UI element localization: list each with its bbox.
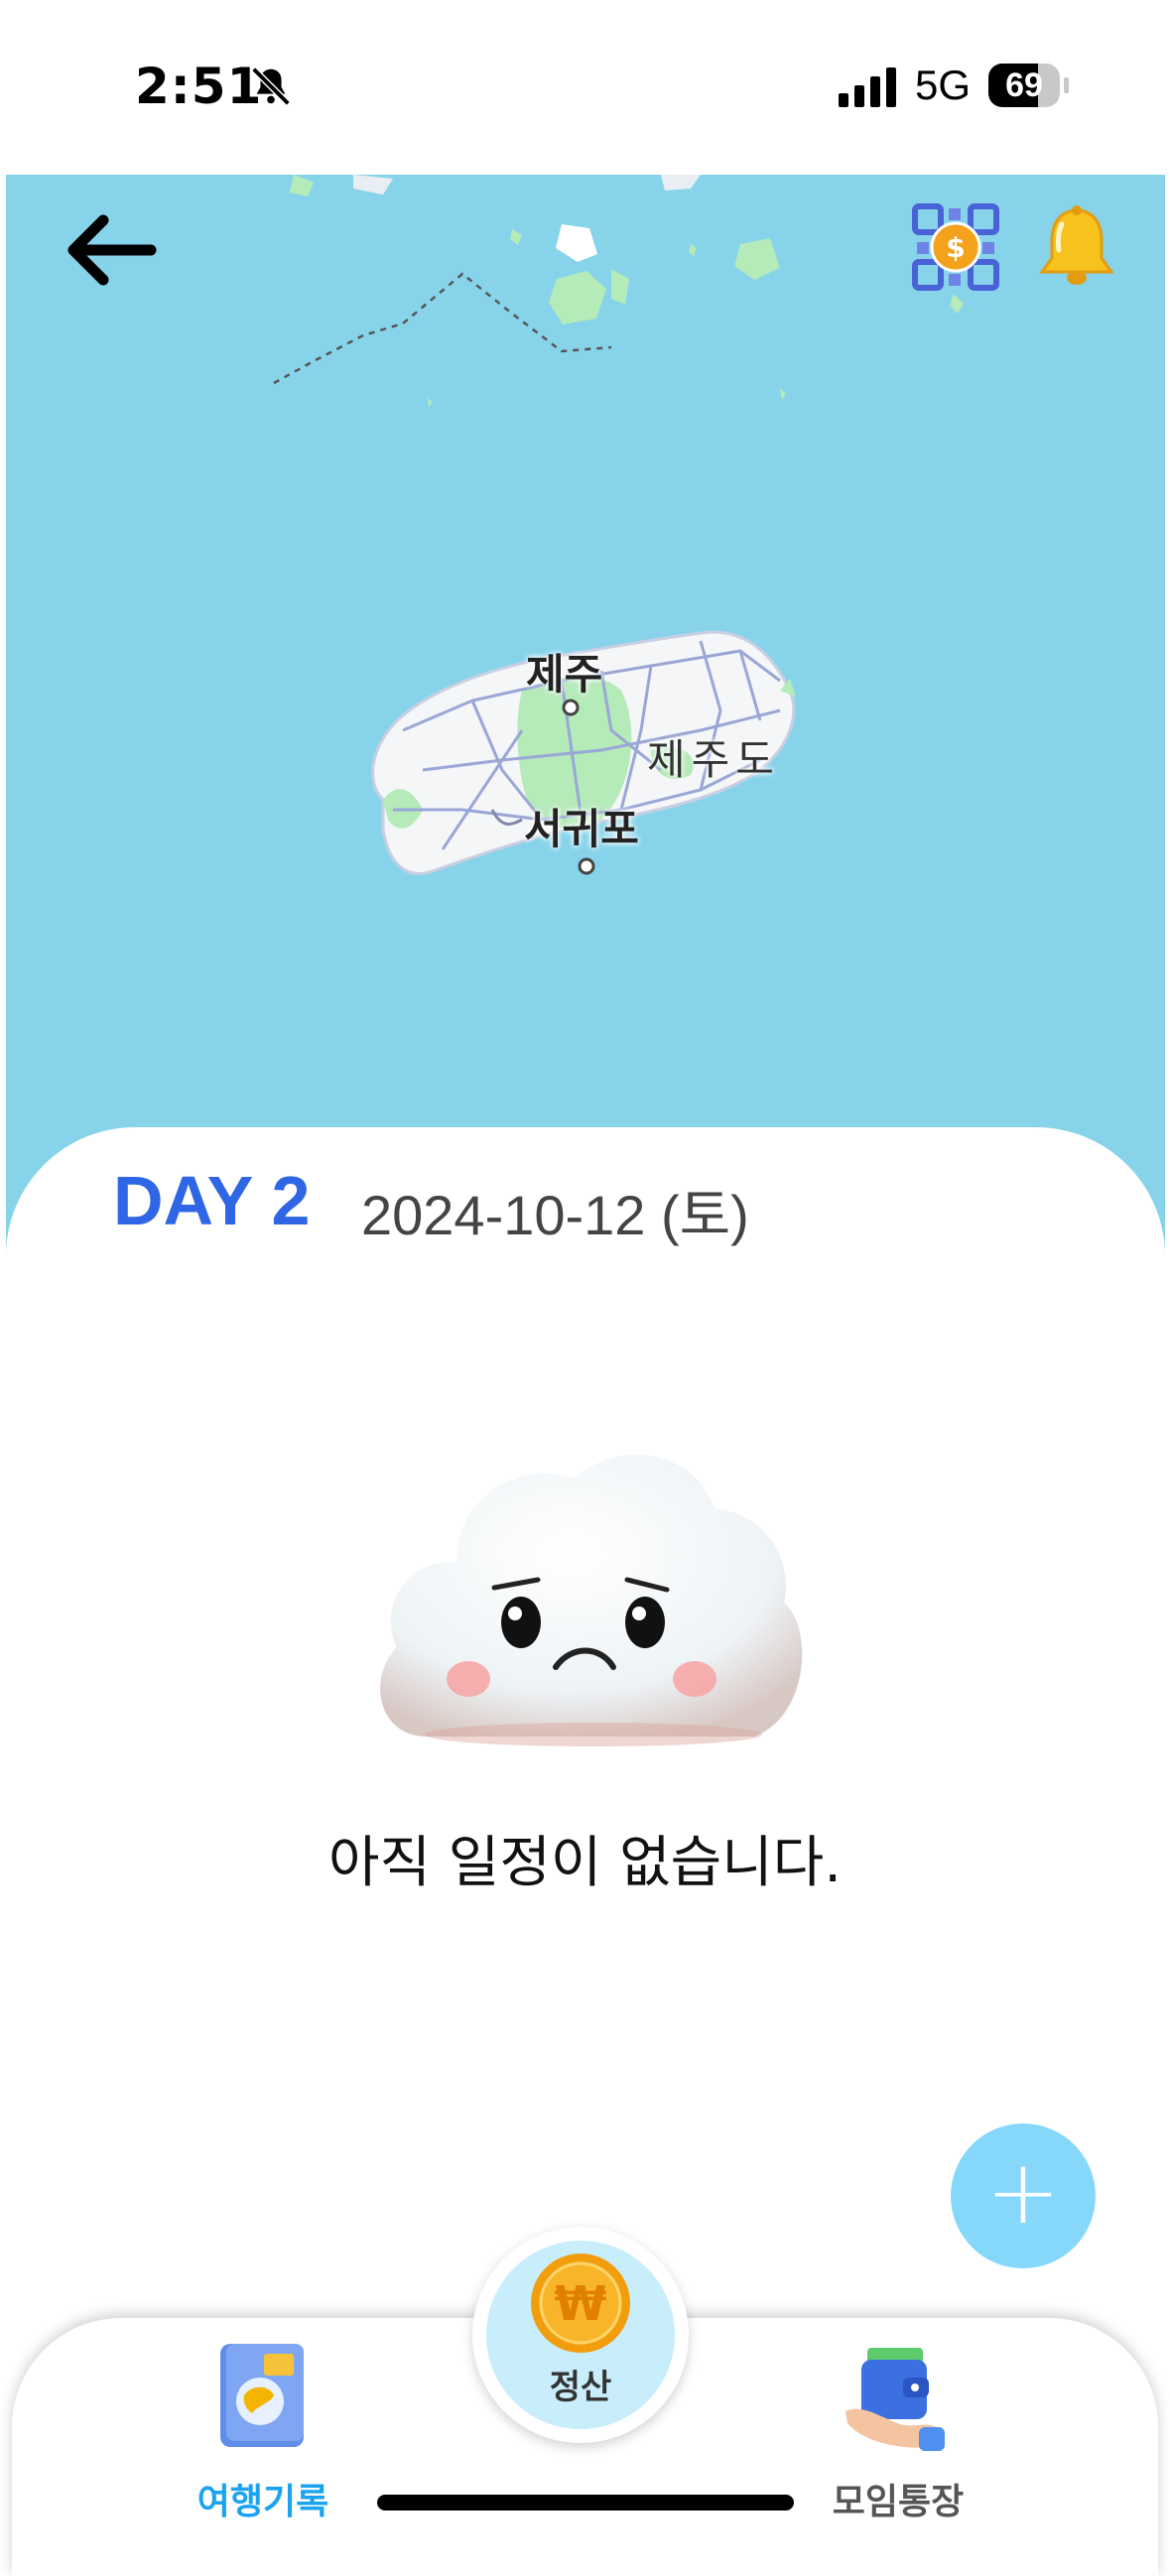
status-bar: 2:51 5G 69 (0, 0, 1170, 175)
battery-percent: 69 (1005, 66, 1043, 104)
travel-record-book-icon[interactable] (212, 2340, 312, 2451)
sad-cloud-illustration (380, 1455, 803, 1746)
settle-label: 정산 (549, 2368, 612, 2407)
status-time: 2:51 (135, 58, 263, 115)
battery-icon: 69 (988, 64, 1069, 107)
nav-label-group-wallet[interactable]: 모임통장 (794, 2473, 1002, 2524)
date-label: 2024-10-12 (토) (361, 1184, 749, 1246)
map-canvas (273, 175, 964, 875)
svg-text:₩: ₩ (555, 2276, 607, 2332)
map-label-jeju-island: 제주도 (647, 735, 780, 784)
qr-payment-icon[interactable]: $ (911, 202, 1000, 292)
back-arrow-icon[interactable] (60, 206, 159, 294)
won-coin-icon: ₩ (531, 2254, 630, 2353)
map-view[interactable]: 제주 제주도 서귀포 (6, 175, 1165, 1256)
group-wallet-icon[interactable] (842, 2342, 951, 2453)
day-label: DAY 2 (113, 1162, 311, 1239)
nav-label-travel-record[interactable]: 여행기록 (159, 2473, 367, 2524)
add-schedule-button[interactable]: + (951, 2124, 1096, 2268)
home-indicator[interactable] (377, 2495, 794, 2511)
network-type: 5G (915, 62, 972, 108)
bell-icon[interactable] (1032, 202, 1121, 292)
signal-icon (839, 67, 896, 107)
svg-text:$: $ (946, 231, 965, 264)
map-label-seogwipo: 서귀포 (524, 805, 639, 853)
silent-bell-icon (251, 66, 291, 106)
empty-schedule-message: 아직 일정이 없습니다. (327, 1831, 843, 1895)
plus-icon: + (985, 2140, 1061, 2245)
map-label-jeju: 제주 (526, 650, 603, 699)
